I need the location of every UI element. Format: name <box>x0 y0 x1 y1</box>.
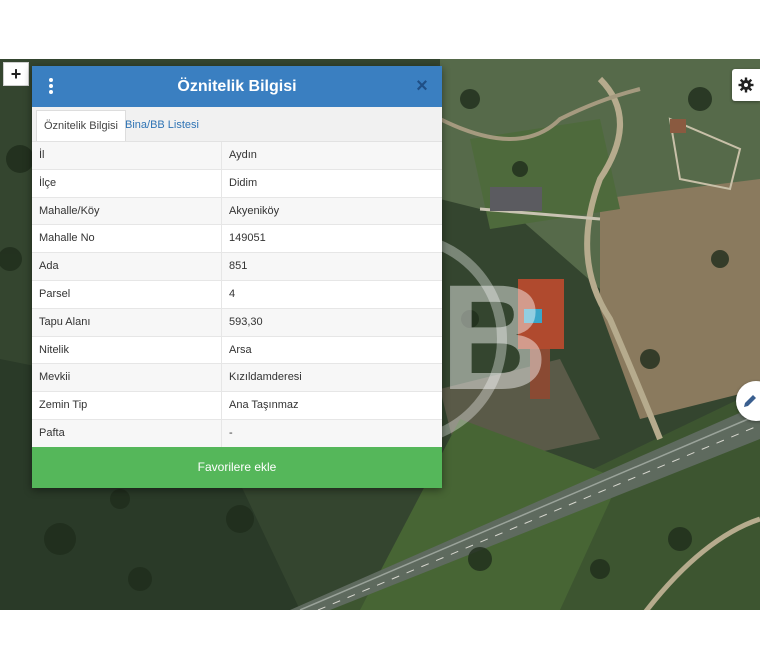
row-value: 149051 <box>229 232 266 245</box>
row-value: Kızıldamderesi <box>229 371 302 384</box>
table-row: İlçe Didim <box>32 169 442 198</box>
row-value: 851 <box>229 260 248 273</box>
table-row: Tapu Alanı 593,30 <box>32 308 442 337</box>
table-row: Mevkii Kızıldamderesi <box>32 364 442 393</box>
row-value: Aydın <box>229 149 257 161</box>
table-row: Ada 851 <box>32 253 442 281</box>
tab-building-list[interactable]: Bina/BB Listesi <box>118 110 206 141</box>
row-key: Pafta <box>32 419 222 447</box>
row-key: Tapu Alanı <box>32 308 222 336</box>
row-key: Parsel <box>32 280 222 308</box>
tab-bar: Öznitelik Bilgisi Bina/BB Listesi <box>32 107 442 142</box>
table-row: Zemin Tip Ana Taşınmaz <box>32 392 442 420</box>
add-to-favorites-button[interactable]: Favorilere ekle <box>32 447 442 488</box>
row-value: Ana Taşınmaz <box>229 399 299 412</box>
row-key: Ada <box>32 253 222 280</box>
attribute-table: İl Aydın İlçe Didim Mahalle/Köy Akyeniköy M… <box>32 142 442 448</box>
zoom-in-button[interactable]: + <box>3 62 29 86</box>
table-row: Parsel 4 <box>32 280 442 309</box>
close-button[interactable]: × <box>412 75 432 97</box>
row-key: Zemin Tip <box>32 392 222 419</box>
row-key: Mahalle No <box>32 225 222 253</box>
table-row: Nitelik Arsa <box>32 336 442 365</box>
attribute-info-panel: Öznitelik Bilgisi × Öznitelik Bilgisi Bi… <box>32 66 442 488</box>
table-row: Pafta - <box>32 419 442 448</box>
settings-button[interactable] <box>732 69 760 101</box>
pencil-icon <box>744 395 756 407</box>
table-row: Mahalle/Köy Akyeniköy <box>32 197 442 226</box>
row-key: İl <box>32 142 222 169</box>
row-value: 4 <box>229 287 236 300</box>
row-key: Mevkii <box>32 364 222 392</box>
row-value: 593,30 <box>229 315 263 328</box>
row-value: Didim <box>229 176 258 189</box>
gear-icon <box>738 77 754 93</box>
row-key: Mahalle/Köy <box>32 197 222 225</box>
panel-title: Öznitelik Bilgisi <box>177 78 297 95</box>
panel-header: Öznitelik Bilgisi × <box>32 66 442 107</box>
row-value: Akyeniköy <box>229 204 280 217</box>
row-key: İlçe <box>32 169 222 197</box>
row-value: Arsa <box>229 343 252 356</box>
table-row: Mahalle No 149051 <box>32 225 442 254</box>
row-value: - <box>229 426 233 439</box>
row-key: Nitelik <box>32 336 222 364</box>
svg-text:B: B <box>440 253 548 421</box>
tab-attribute-info[interactable]: Öznitelik Bilgisi <box>36 110 126 141</box>
table-row: İl Aydın <box>32 142 442 170</box>
